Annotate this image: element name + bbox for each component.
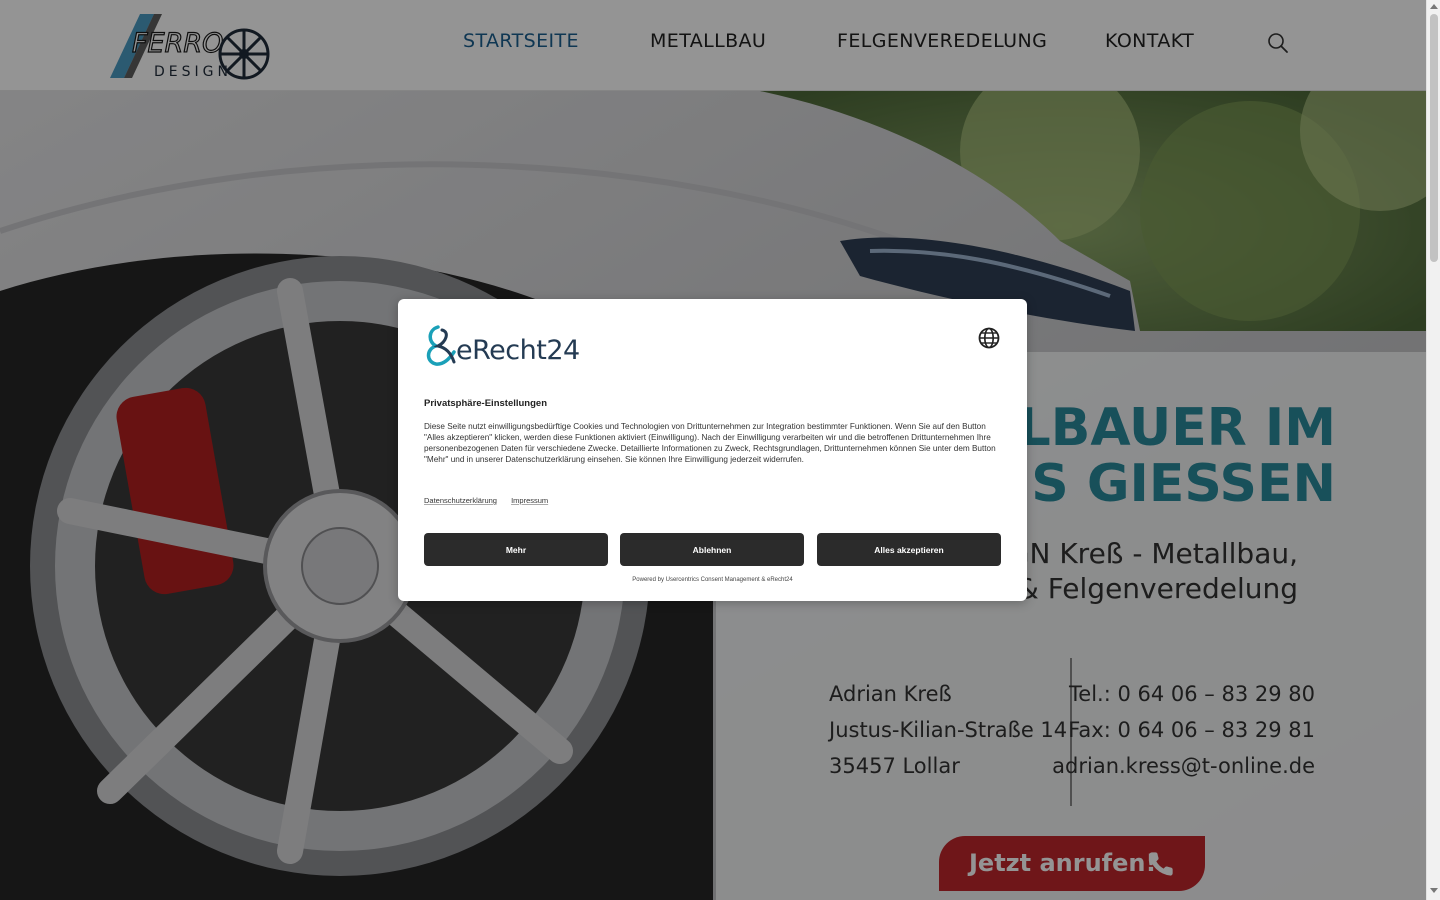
consent-dialog: eRecht24 Privatsphäre-Einstellungen Dies…: [398, 299, 1027, 601]
globe-icon[interactable]: [978, 327, 1000, 349]
more-button[interactable]: Mehr: [424, 533, 608, 566]
consent-text: Diese Seite nutzt einwilligungsbedürftig…: [424, 422, 996, 464]
accept-all-button[interactable]: Alles akzeptieren: [817, 533, 1001, 566]
powered-by: Powered by Usercentrics Consent Manageme…: [632, 577, 793, 583]
scroll-down-arrow-icon[interactable]: [1430, 888, 1438, 893]
scroll-up-arrow-icon[interactable]: [1430, 4, 1438, 9]
erecht24-brand: eRecht24: [456, 335, 580, 366]
privacy-policy-link[interactable]: Datenschutzerklärung: [424, 496, 497, 505]
consent-title: Privatsphäre-Einstellungen: [424, 398, 548, 409]
scrollbar[interactable]: [1426, 0, 1440, 900]
imprint-link[interactable]: Impressum: [511, 496, 548, 505]
scrollbar-thumb[interactable]: [1430, 14, 1438, 262]
decline-button[interactable]: Ablehnen: [620, 533, 804, 566]
consent-links: Datenschutzerklärung Impressum: [424, 496, 560, 505]
